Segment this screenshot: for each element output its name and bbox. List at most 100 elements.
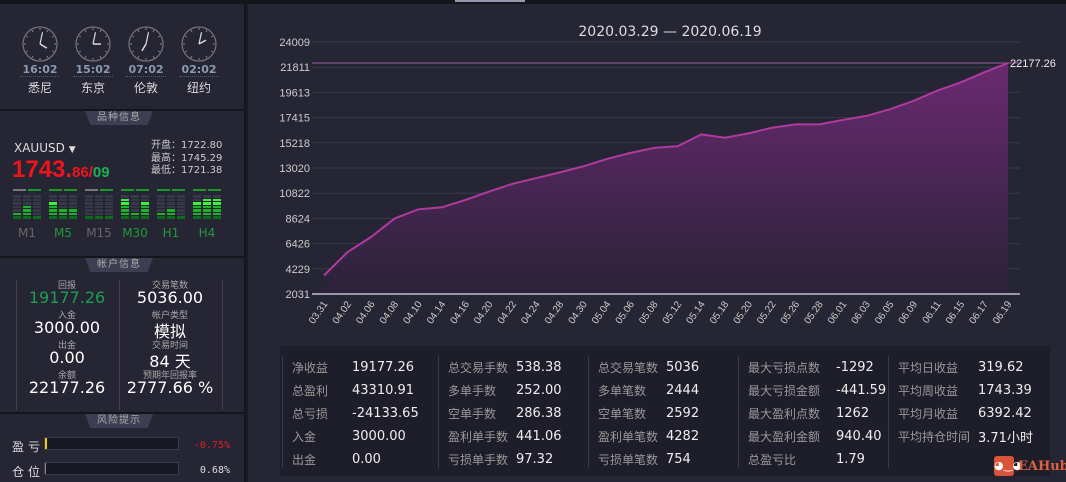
signal-bars-m15: [85, 189, 115, 221]
timeframe-m15[interactable]: M15: [84, 226, 114, 240]
open-label: 开盘：: [151, 140, 181, 151]
clock-face-icon: [75, 26, 111, 62]
stats-column: 平均日收益 319.62 平均周收益 1743.39 平均月收益 6392.42 平均持仓时…: [888, 356, 1033, 468]
y-tick-label: 17415: [279, 113, 310, 125]
logo-text: EAHub: [1018, 458, 1066, 474]
clock-city: 伦敦: [133, 81, 158, 95]
stat-value: 1262: [836, 406, 870, 421]
stat-row: 净收益 19177.26: [292, 356, 419, 379]
stat-row: 总盈亏比 1.79: [748, 448, 886, 471]
stat-label: 平均持仓时间: [898, 430, 971, 444]
x-tick-label: 04.08: [378, 299, 402, 326]
stat-row: 总盈利 43310.91: [292, 379, 419, 402]
price-spread: 09: [92, 164, 110, 181]
balance-value: 22177.26: [28, 378, 106, 397]
divider: [0, 412, 245, 414]
stat-value: 5036: [666, 360, 700, 375]
active-tab-indicator[interactable]: [455, 0, 525, 2]
price-main: 1743.: [12, 156, 73, 183]
stat-row: 总亏损 -24133.65: [292, 402, 419, 425]
x-tick-label: 04.02: [331, 299, 355, 326]
y-tick-label: 21811: [280, 62, 310, 74]
clock-face-icon: [128, 26, 164, 62]
x-tick-label: 04.30: [567, 299, 591, 326]
pl-value: -0.75%: [193, 440, 230, 451]
stat-label: 最大盈利金额: [748, 430, 821, 444]
stat-label: 平均周收益: [898, 384, 959, 398]
stat-value: 441.06: [516, 429, 562, 444]
x-tick-label: 04.22: [496, 299, 520, 326]
stat-row: 多单笔数 2444: [598, 379, 699, 402]
y-tick-label: 4229: [286, 264, 310, 276]
stat-row: 最大亏损金额 -441.59: [748, 379, 886, 402]
clock-face-icon: [22, 26, 58, 62]
stat-label: 亏损单手数: [448, 453, 509, 467]
y-tick-label: 15218: [279, 138, 310, 150]
stat-label: 入金: [292, 430, 317, 444]
symbol-select[interactable]: XAUUSD ▼: [14, 141, 76, 155]
signal-bars-m5: [49, 189, 79, 221]
section-title-risk: 风险提示: [85, 414, 153, 428]
x-tick-label: 04.20: [472, 299, 496, 326]
withdraw-value: 0.00: [49, 348, 85, 367]
open-value: 1722.80: [181, 140, 223, 151]
x-tick-label: 06.09: [897, 299, 921, 326]
stat-label: 空单手数: [448, 407, 497, 421]
stats-table: 净收益 19177.26 总盈利 43310.91 总亏损 -24133.65 入金 3000…: [280, 346, 1050, 476]
stat-label: 盈利单手数: [448, 430, 509, 444]
dropdown-arrow-icon: ▼: [68, 145, 76, 155]
stat-label: 总交易手数: [448, 361, 509, 375]
position-label: 仓位: [12, 465, 45, 479]
stat-row: 总交易笔数 5036: [598, 356, 699, 379]
stat-label: 总亏损: [292, 407, 329, 421]
stat-value: 286.38: [516, 406, 562, 421]
annual-return-value: 2777.66 %: [126, 378, 214, 397]
stat-label: 平均日收益: [898, 361, 959, 375]
last-value-label: 22177.26: [1010, 58, 1056, 70]
timeframe-m5[interactable]: M5: [48, 226, 78, 240]
stat-row: 空单笔数 2592: [598, 402, 699, 425]
clock-3: 02:02 纽约: [179, 26, 219, 96]
signal-bars-m30: [121, 189, 151, 221]
stat-label: 平均月收益: [898, 407, 959, 421]
clock-face-icon: [181, 26, 217, 62]
stat-value: 252.00: [516, 383, 562, 398]
x-tick-label: 05.28: [802, 299, 826, 326]
timeframe-m1[interactable]: M1: [12, 226, 42, 240]
stat-value: 19177.26: [352, 360, 415, 375]
x-tick-label: 06.03: [850, 299, 874, 326]
y-tick-label: 24009: [279, 37, 310, 49]
y-tick-label: 8624: [286, 213, 310, 225]
left-panel: 16:02 悉尼 15:02 东京 07:02 伦敦 02:02 纽约 品种信息 XAUUSD…: [0, 4, 245, 482]
timeframe-m30[interactable]: M30: [120, 226, 150, 240]
stat-value: 319.62: [978, 360, 1024, 375]
x-tick-label: 04.16: [449, 299, 473, 326]
pl-bar: [44, 437, 179, 450]
equity-chart: 24009 21811 19613 17415 15218 13020 10822 8624 6…: [279, 37, 1056, 326]
low-label: 最低：: [151, 165, 181, 176]
position-value: 0.68%: [199, 465, 230, 476]
timeframe-h1[interactable]: H1: [156, 226, 186, 240]
current-price: 1743.86/09: [12, 156, 110, 184]
pl-bar-fill: [45, 438, 47, 449]
stat-label: 总交易笔数: [598, 361, 659, 375]
ohl-info: 开盘：1722.80 最高：1745.29 最低：1721.38: [151, 140, 222, 178]
x-tick-label: 05.12: [661, 299, 685, 326]
trades-value: 5036.00: [136, 288, 204, 307]
stat-value: 3.71小时: [978, 431, 1033, 446]
stat-row: 总交易手数 538.38: [448, 356, 562, 379]
stat-row: 最大盈利金额 940.40: [748, 425, 886, 448]
section-title-account: 帐户信息: [85, 258, 153, 272]
stat-row: 多单手数 252.00: [448, 379, 562, 402]
stat-row: 最大盈利点数 1262: [748, 402, 886, 425]
stat-value: 940.40: [836, 429, 882, 444]
stats-column: 最大亏损点数 -1292 最大亏损金额 -441.59 最大盈利点数 1262 最大盈利金额…: [738, 356, 886, 468]
signal-bars-h4: [193, 189, 223, 221]
clock-time: 15:02: [73, 64, 113, 77]
timeframe-h4[interactable]: H4: [192, 226, 222, 240]
stat-row: 盈利单手数 441.06: [448, 425, 562, 448]
clock-city: 悉尼: [27, 81, 52, 95]
clock-0: 16:02 悉尼: [20, 26, 60, 96]
stat-label: 盈利单笔数: [598, 430, 659, 444]
high-value: 1745.29: [181, 152, 223, 164]
